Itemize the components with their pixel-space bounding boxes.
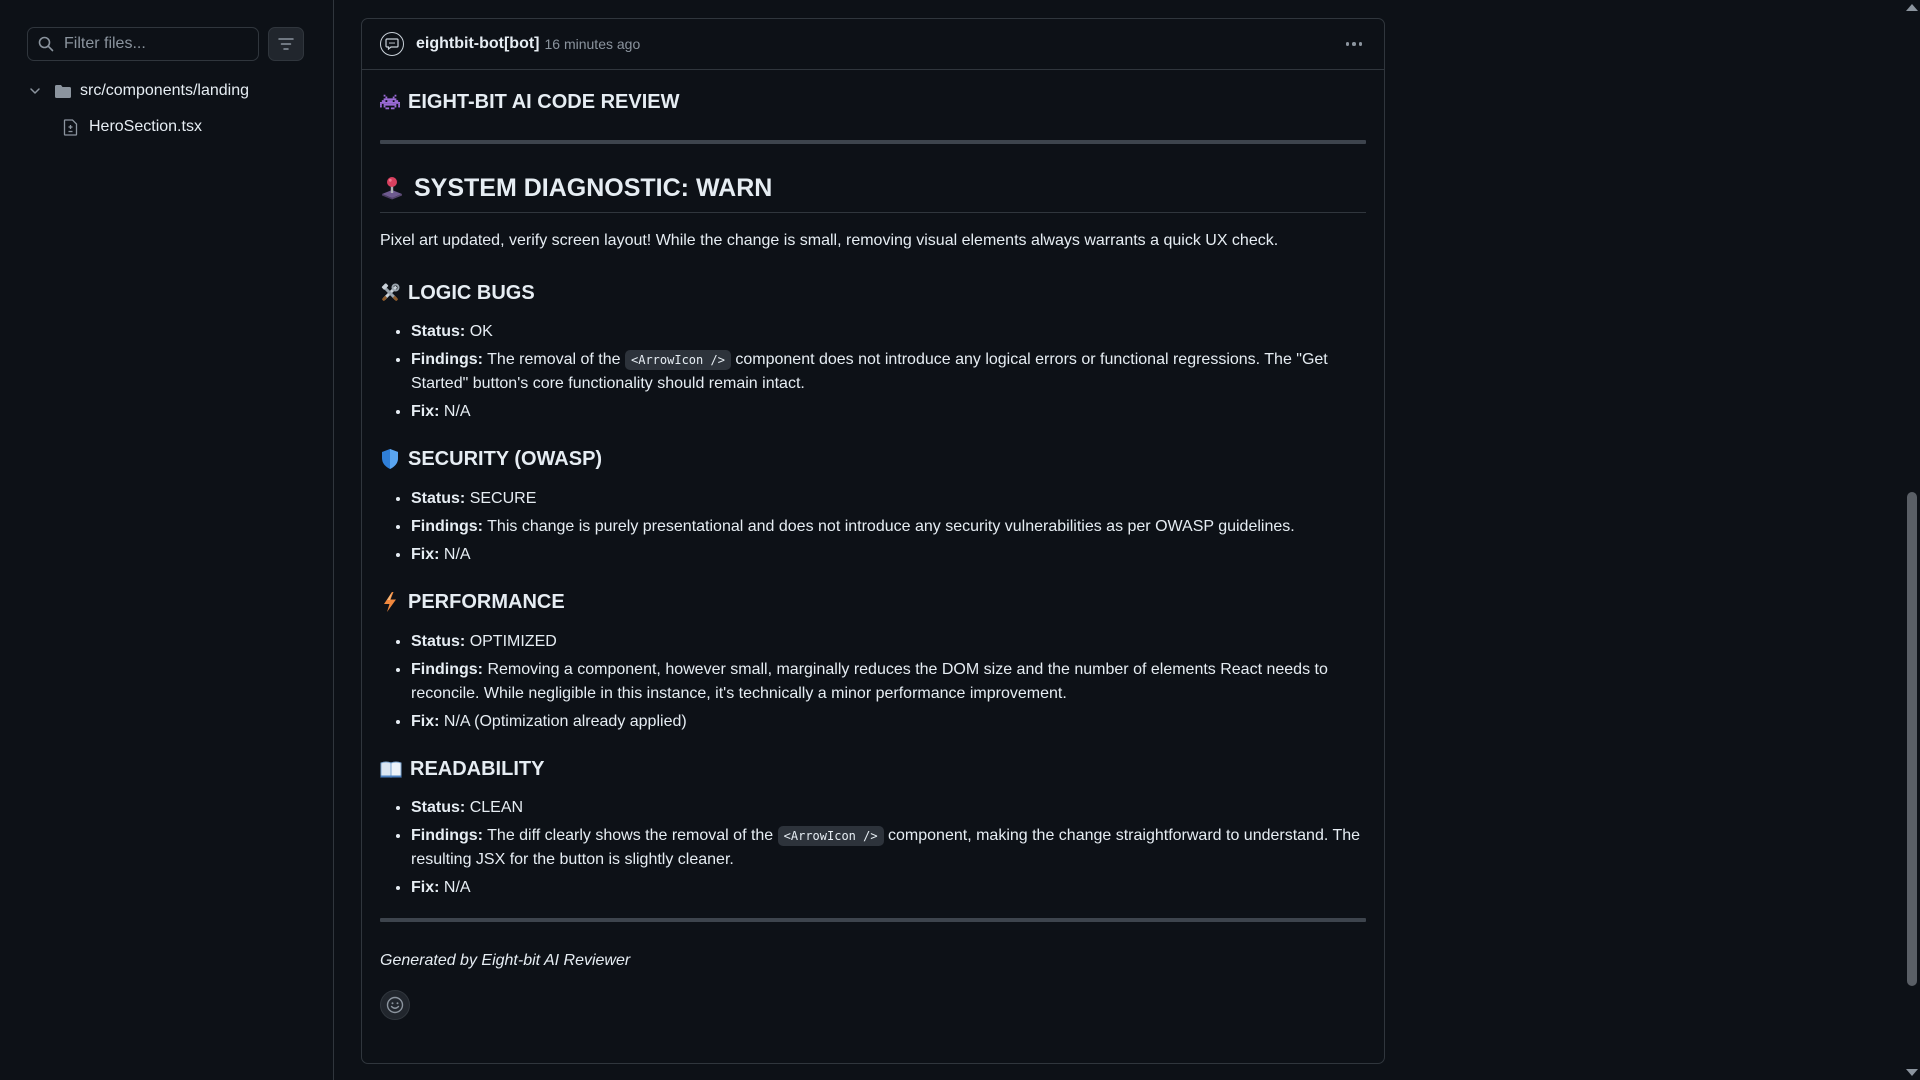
status-value: SECURE bbox=[469, 490, 537, 507]
section-heading-text: READABILITY bbox=[410, 757, 545, 780]
file-diff-icon bbox=[63, 118, 78, 136]
findings-text: The removal of the bbox=[487, 351, 621, 368]
section-heading-logic: LOGIC BUGS bbox=[380, 280, 1366, 306]
diagnostic-heading-text: SYSTEM DIAGNOSTIC: WARN bbox=[414, 173, 773, 202]
inline-code: <ArrowIcon /> bbox=[625, 350, 731, 370]
list-item-findings: Findings: The removal of the <ArrowIcon … bbox=[411, 348, 1366, 396]
diagnostic-heading: SYSTEM DIAGNOSTIC: WARN bbox=[380, 172, 1366, 204]
add-reaction-button[interactable] bbox=[380, 990, 410, 1020]
divider bbox=[380, 918, 1366, 922]
joystick-icon bbox=[380, 176, 404, 200]
comment-icon bbox=[385, 38, 399, 50]
file-tree-sidebar: src/components/landing HeroSection.tsx bbox=[0, 0, 334, 1080]
fix-value: N/A bbox=[443, 879, 471, 896]
folder-icon bbox=[55, 84, 71, 98]
divider bbox=[380, 140, 1366, 144]
findings-text: This change is purely presentational and… bbox=[487, 518, 1295, 535]
chevron-down-icon bbox=[30, 88, 40, 94]
findings-label: Findings: bbox=[411, 661, 483, 678]
comment-body: EIGHT-BIT AI CODE REVIEW SYSTEM DIAGNOST… bbox=[362, 89, 1384, 1020]
list-item-fix: Fix: N/A bbox=[411, 543, 1366, 567]
inline-code: <ArrowIcon /> bbox=[777, 826, 884, 846]
status-label: Status: bbox=[411, 633, 466, 650]
fix-label: Fix: bbox=[411, 403, 440, 420]
comment-timestamp[interactable]: 16 minutes ago bbox=[545, 36, 641, 52]
filter-options-button[interactable] bbox=[268, 27, 304, 61]
status-value: OPTIMIZED bbox=[469, 633, 557, 650]
fix-value: N/A (Optimization already applied) bbox=[443, 713, 687, 730]
filter-row bbox=[27, 27, 304, 61]
security-findings-list: Status: SECURE Findings: This change is … bbox=[380, 487, 1366, 567]
status-label: Status: bbox=[411, 490, 466, 507]
section-heading-security: SECURITY (OWASP) bbox=[380, 446, 1366, 472]
list-item-status: Status: OK bbox=[411, 320, 1366, 344]
status-label: Status: bbox=[411, 799, 466, 816]
performance-findings-list: Status: OPTIMIZED Findings: Removing a c… bbox=[380, 630, 1366, 734]
smiley-icon bbox=[386, 996, 404, 1014]
fix-value: N/A bbox=[443, 403, 471, 420]
comment-header: eightbit-bot[bot] 16 minutes ago bbox=[362, 19, 1384, 70]
review-title: EIGHT-BIT AI CODE REVIEW bbox=[380, 89, 1366, 115]
filter-icon bbox=[278, 38, 294, 50]
kebab-dot-icon bbox=[1352, 42, 1356, 46]
list-item-findings: Findings: The diff clearly shows the rem… bbox=[411, 824, 1366, 872]
scrollbar-thumb[interactable] bbox=[1907, 492, 1917, 986]
logic-findings-list: Status: OK Findings: The removal of the … bbox=[380, 320, 1366, 424]
list-item-status: Status: OPTIMIZED bbox=[411, 630, 1366, 654]
list-item-findings: Findings: This change is purely presenta… bbox=[411, 515, 1366, 539]
section-heading-text: PERFORMANCE bbox=[408, 590, 565, 613]
bot-avatar[interactable] bbox=[380, 32, 404, 56]
findings-text: The diff clearly shows the removal of th… bbox=[487, 827, 774, 844]
section-heading-performance: PERFORMANCE bbox=[380, 589, 1366, 615]
findings-label: Findings: bbox=[411, 351, 483, 368]
more-options-button[interactable] bbox=[1342, 34, 1366, 54]
kebab-dot-icon bbox=[1358, 42, 1363, 46]
scroll-up-arrow-icon[interactable] bbox=[1906, 4, 1918, 11]
generated-by-note: Generated by Eight-bit AI Reviewer bbox=[380, 952, 631, 969]
filter-files-input[interactable] bbox=[62, 34, 246, 54]
list-item-fix: Fix: N/A bbox=[411, 400, 1366, 424]
review-title-text: EIGHT-BIT AI CODE REVIEW bbox=[408, 90, 680, 113]
status-label: Status: bbox=[411, 323, 466, 340]
lightning-icon bbox=[380, 591, 400, 613]
tools-icon bbox=[380, 283, 400, 303]
section-heading-text: SECURITY (OWASP) bbox=[408, 447, 603, 470]
findings-label: Findings: bbox=[411, 827, 483, 844]
divider bbox=[380, 212, 1366, 213]
list-item-status: Status: SECURE bbox=[411, 487, 1366, 511]
section-heading-readability: READABILITY bbox=[380, 756, 1366, 782]
review-summary: Pixel art updated, verify screen layout!… bbox=[380, 232, 1279, 249]
list-item-status: Status: CLEAN bbox=[411, 796, 1366, 820]
scroll-down-arrow-icon[interactable] bbox=[1906, 1069, 1918, 1076]
space-invader-icon bbox=[380, 93, 400, 111]
tree-folder-label: src/components/landing bbox=[80, 82, 249, 99]
fix-value: N/A bbox=[443, 546, 471, 563]
status-value: OK bbox=[469, 323, 493, 340]
list-item-fix: Fix: N/A (Optimization already applied) bbox=[411, 710, 1366, 734]
comment-author-link[interactable]: eightbit-bot[bot] bbox=[416, 35, 540, 53]
page-scrollbar[interactable] bbox=[1903, 0, 1920, 1080]
list-item-fix: Fix: N/A bbox=[411, 876, 1366, 900]
tree-file-herosection[interactable]: HeroSection.tsx bbox=[63, 116, 202, 138]
book-icon bbox=[380, 760, 402, 778]
tree-file-label: HeroSection.tsx bbox=[89, 118, 202, 135]
search-icon bbox=[38, 36, 54, 52]
findings-label: Findings: bbox=[411, 518, 483, 535]
tree-folder-landing[interactable]: src/components/landing bbox=[28, 80, 249, 102]
status-value: CLEAN bbox=[469, 799, 524, 816]
fix-label: Fix: bbox=[411, 879, 440, 896]
filter-files-field[interactable] bbox=[27, 27, 259, 61]
kebab-dot-icon bbox=[1345, 42, 1350, 46]
fix-label: Fix: bbox=[411, 713, 440, 730]
review-comment-card: eightbit-bot[bot] 16 minutes ago EIGHT-B… bbox=[361, 18, 1385, 1064]
section-heading-text: LOGIC BUGS bbox=[408, 281, 535, 304]
readability-findings-list: Status: CLEAN Findings: The diff clearly… bbox=[380, 796, 1366, 900]
findings-text: Removing a component, however small, mar… bbox=[411, 661, 1328, 702]
fix-label: Fix: bbox=[411, 546, 440, 563]
list-item-findings: Findings: Removing a component, however … bbox=[411, 658, 1366, 706]
shield-icon bbox=[380, 448, 400, 470]
